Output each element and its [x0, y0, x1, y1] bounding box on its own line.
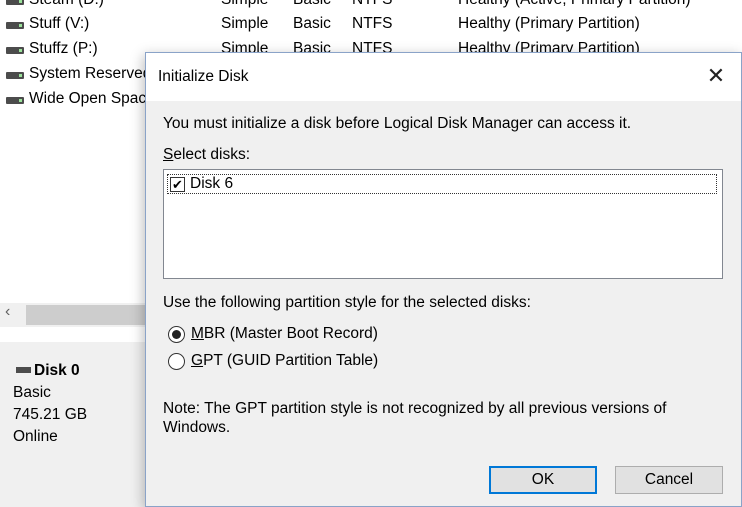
partition-style-label: Use the following partition style for th… — [163, 294, 531, 311]
intro-text: You must initialize a disk before Logica… — [163, 115, 632, 132]
drive-icon — [6, 0, 24, 5]
disk-checkbox[interactable]: ✔ — [170, 177, 185, 192]
initialize-disk-dialog: Initialize Disk ✕ You must initialize a … — [145, 52, 742, 507]
dialog-titlebar[interactable]: Initialize Disk ✕ — [146, 53, 741, 101]
mbr-radio[interactable] — [168, 326, 185, 343]
disk-state: Online — [13, 428, 58, 445]
gpt-note-line1: Note: The GPT partition style is not rec… — [163, 400, 667, 417]
disk-list-item[interactable]: ✔ Disk 6 — [167, 174, 717, 194]
volume-layout: Simple — [221, 15, 269, 32]
disk-size: 745.21 GB — [13, 406, 88, 423]
volume-name: Stuff (V:) — [29, 15, 90, 32]
disk-title: Disk 0 — [34, 362, 80, 379]
scroll-left-icon[interactable]: ‹ — [5, 303, 10, 321]
ok-button[interactable]: OK — [489, 466, 597, 494]
volume-status: Healthy (Primary Partition) — [458, 15, 640, 32]
disk-info[interactable]: Disk 0 Basic 745.21 GB Online — [13, 360, 87, 448]
gpt-note-line2: Windows. — [163, 419, 231, 436]
cancel-button[interactable]: Cancel — [615, 466, 723, 494]
horizontal-scrollbar[interactable]: ‹ — [0, 303, 148, 327]
gpt-radio[interactable] — [168, 353, 185, 370]
close-icon[interactable]: ✕ — [693, 53, 739, 99]
volume-filesystem: NTFS — [352, 15, 393, 32]
drive-icon — [6, 97, 24, 104]
disk-type: Basic — [13, 384, 51, 401]
drive-icon — [6, 72, 24, 79]
gpt-radio-label[interactable]: GPT (GUID Partition Table) — [191, 352, 378, 370]
disk-icon — [16, 367, 31, 373]
mbr-radio-label[interactable]: MBR (Master Boot Record) — [191, 325, 378, 343]
dialog-title: Initialize Disk — [158, 68, 249, 85]
drive-icon — [6, 47, 24, 54]
volume-filesystem: NTFS — [352, 0, 392, 9]
disk-label: Disk 6 — [190, 175, 234, 192]
scrollbar-thumb[interactable] — [26, 305, 148, 325]
volume-name: Wide Open Space — [29, 90, 155, 107]
select-disks-label: Select disks: — [163, 146, 251, 163]
volume-name: Stuffz (P:) — [29, 40, 98, 57]
volume-type: Basic — [293, 0, 331, 9]
volume-name: Steam (D:) — [29, 0, 104, 9]
drive-icon — [6, 22, 24, 29]
volume-name: System Reserved — [29, 65, 152, 82]
disk-list[interactable]: ✔ Disk 6 — [163, 169, 723, 279]
volume-status: Healthy (Active, Primary Partition) — [458, 0, 691, 9]
volume-type: Basic — [293, 15, 331, 32]
volume-layout: Simple — [221, 0, 268, 9]
